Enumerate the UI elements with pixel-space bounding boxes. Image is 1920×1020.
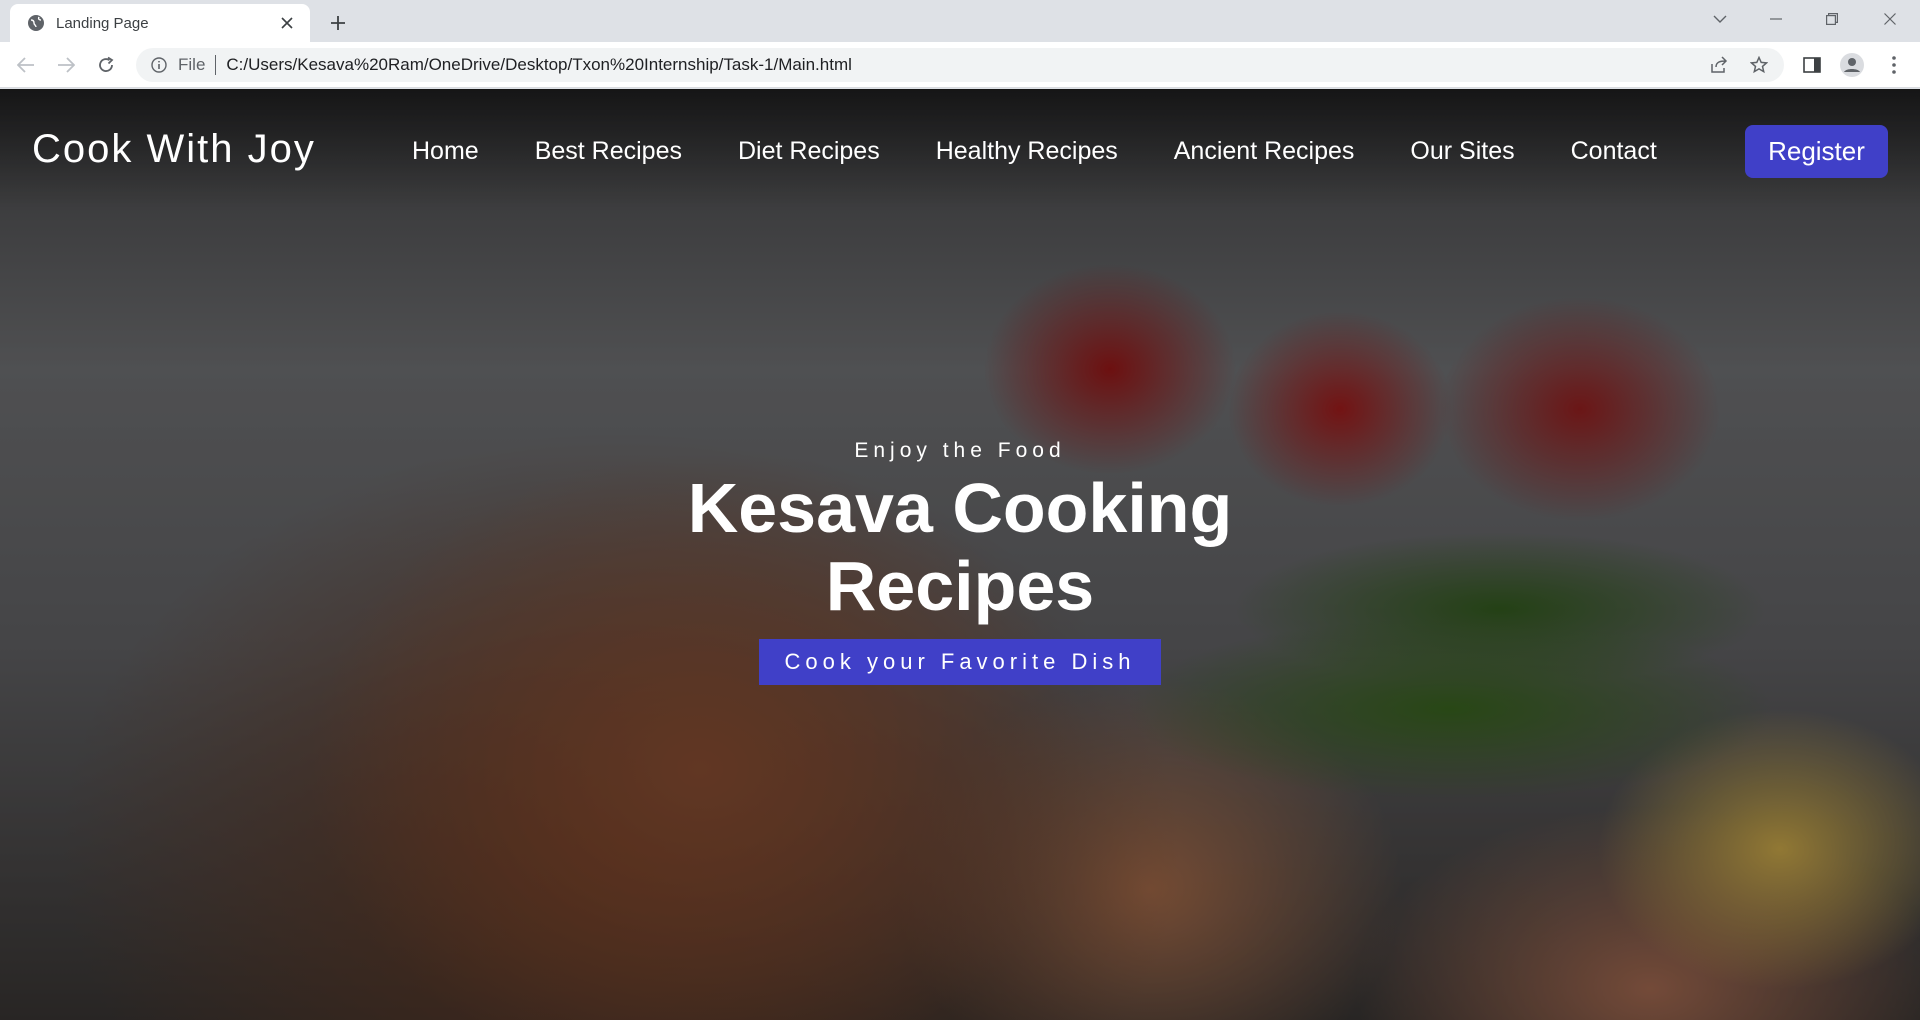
cook-favorite-dish-button[interactable]: Cook your Favorite Dish: [758, 639, 1162, 685]
globe-icon: [26, 13, 46, 33]
site-navbar: Cook With Joy Home Best Recipes Diet Rec…: [0, 89, 1920, 209]
nav-links: Home Best Recipes Diet Recipes Healthy R…: [412, 137, 1713, 166]
scheme-label: File: [178, 55, 206, 74]
hero-kicker: Enjoy the Food: [854, 439, 1066, 462]
register-button[interactable]: Register: [1745, 125, 1888, 178]
address-url[interactable]: C:/Users/Kesava%20Ram/OneDrive/Desktop/T…: [226, 55, 851, 75]
share-icon[interactable]: [1702, 48, 1736, 82]
site-info-icon[interactable]: [150, 56, 168, 74]
restore-icon[interactable]: [1804, 0, 1860, 38]
page-viewport: Cook With Joy Home Best Recipes Diet Rec…: [0, 89, 1920, 1020]
tab-title: Landing Page: [56, 14, 149, 32]
site-brand[interactable]: Cook With Joy: [32, 127, 316, 172]
forward-icon[interactable]: [50, 49, 82, 81]
tab-search-icon[interactable]: [1692, 0, 1748, 38]
nav-link-ancient-recipes[interactable]: Ancient Recipes: [1174, 137, 1355, 166]
menu-kebab-icon[interactable]: [1878, 49, 1910, 81]
nav-link-home[interactable]: Home: [412, 137, 479, 166]
nav-link-our-sites[interactable]: Our Sites: [1410, 137, 1514, 166]
browser-tab[interactable]: Landing Page: [10, 4, 310, 42]
reload-icon[interactable]: [90, 49, 122, 81]
browser-toolbar: File C:/Users/Kesava%20Ram/OneDrive/Desk…: [0, 42, 1920, 88]
back-icon[interactable]: [10, 49, 42, 81]
nav-link-healthy-recipes[interactable]: Healthy Recipes: [936, 137, 1118, 166]
tab-strip: Landing Page: [0, 0, 1920, 42]
hero-title: Kesava Cooking Recipes: [560, 469, 1360, 625]
side-panel-icon[interactable]: [1796, 49, 1828, 81]
hero-title-line-1: Kesava Cooking: [687, 469, 1233, 547]
close-window-icon[interactable]: [1862, 0, 1918, 38]
hero-title-line-2: Recipes: [825, 547, 1095, 625]
profile-avatar-icon[interactable]: [1836, 49, 1868, 81]
address-separator: [215, 55, 217, 75]
hero-section: Enjoy the Food Kesava Cooking Recipes Co…: [560, 439, 1360, 685]
bookmark-star-icon[interactable]: [1742, 48, 1776, 82]
nav-link-contact[interactable]: Contact: [1571, 137, 1657, 166]
nav-link-best-recipes[interactable]: Best Recipes: [535, 137, 682, 166]
new-tab-button[interactable]: [324, 9, 352, 37]
nav-link-diet-recipes[interactable]: Diet Recipes: [738, 137, 880, 166]
minimize-icon[interactable]: [1748, 0, 1804, 38]
close-tab-icon[interactable]: [276, 12, 298, 34]
address-bar[interactable]: File C:/Users/Kesava%20Ram/OneDrive/Desk…: [136, 48, 1784, 82]
